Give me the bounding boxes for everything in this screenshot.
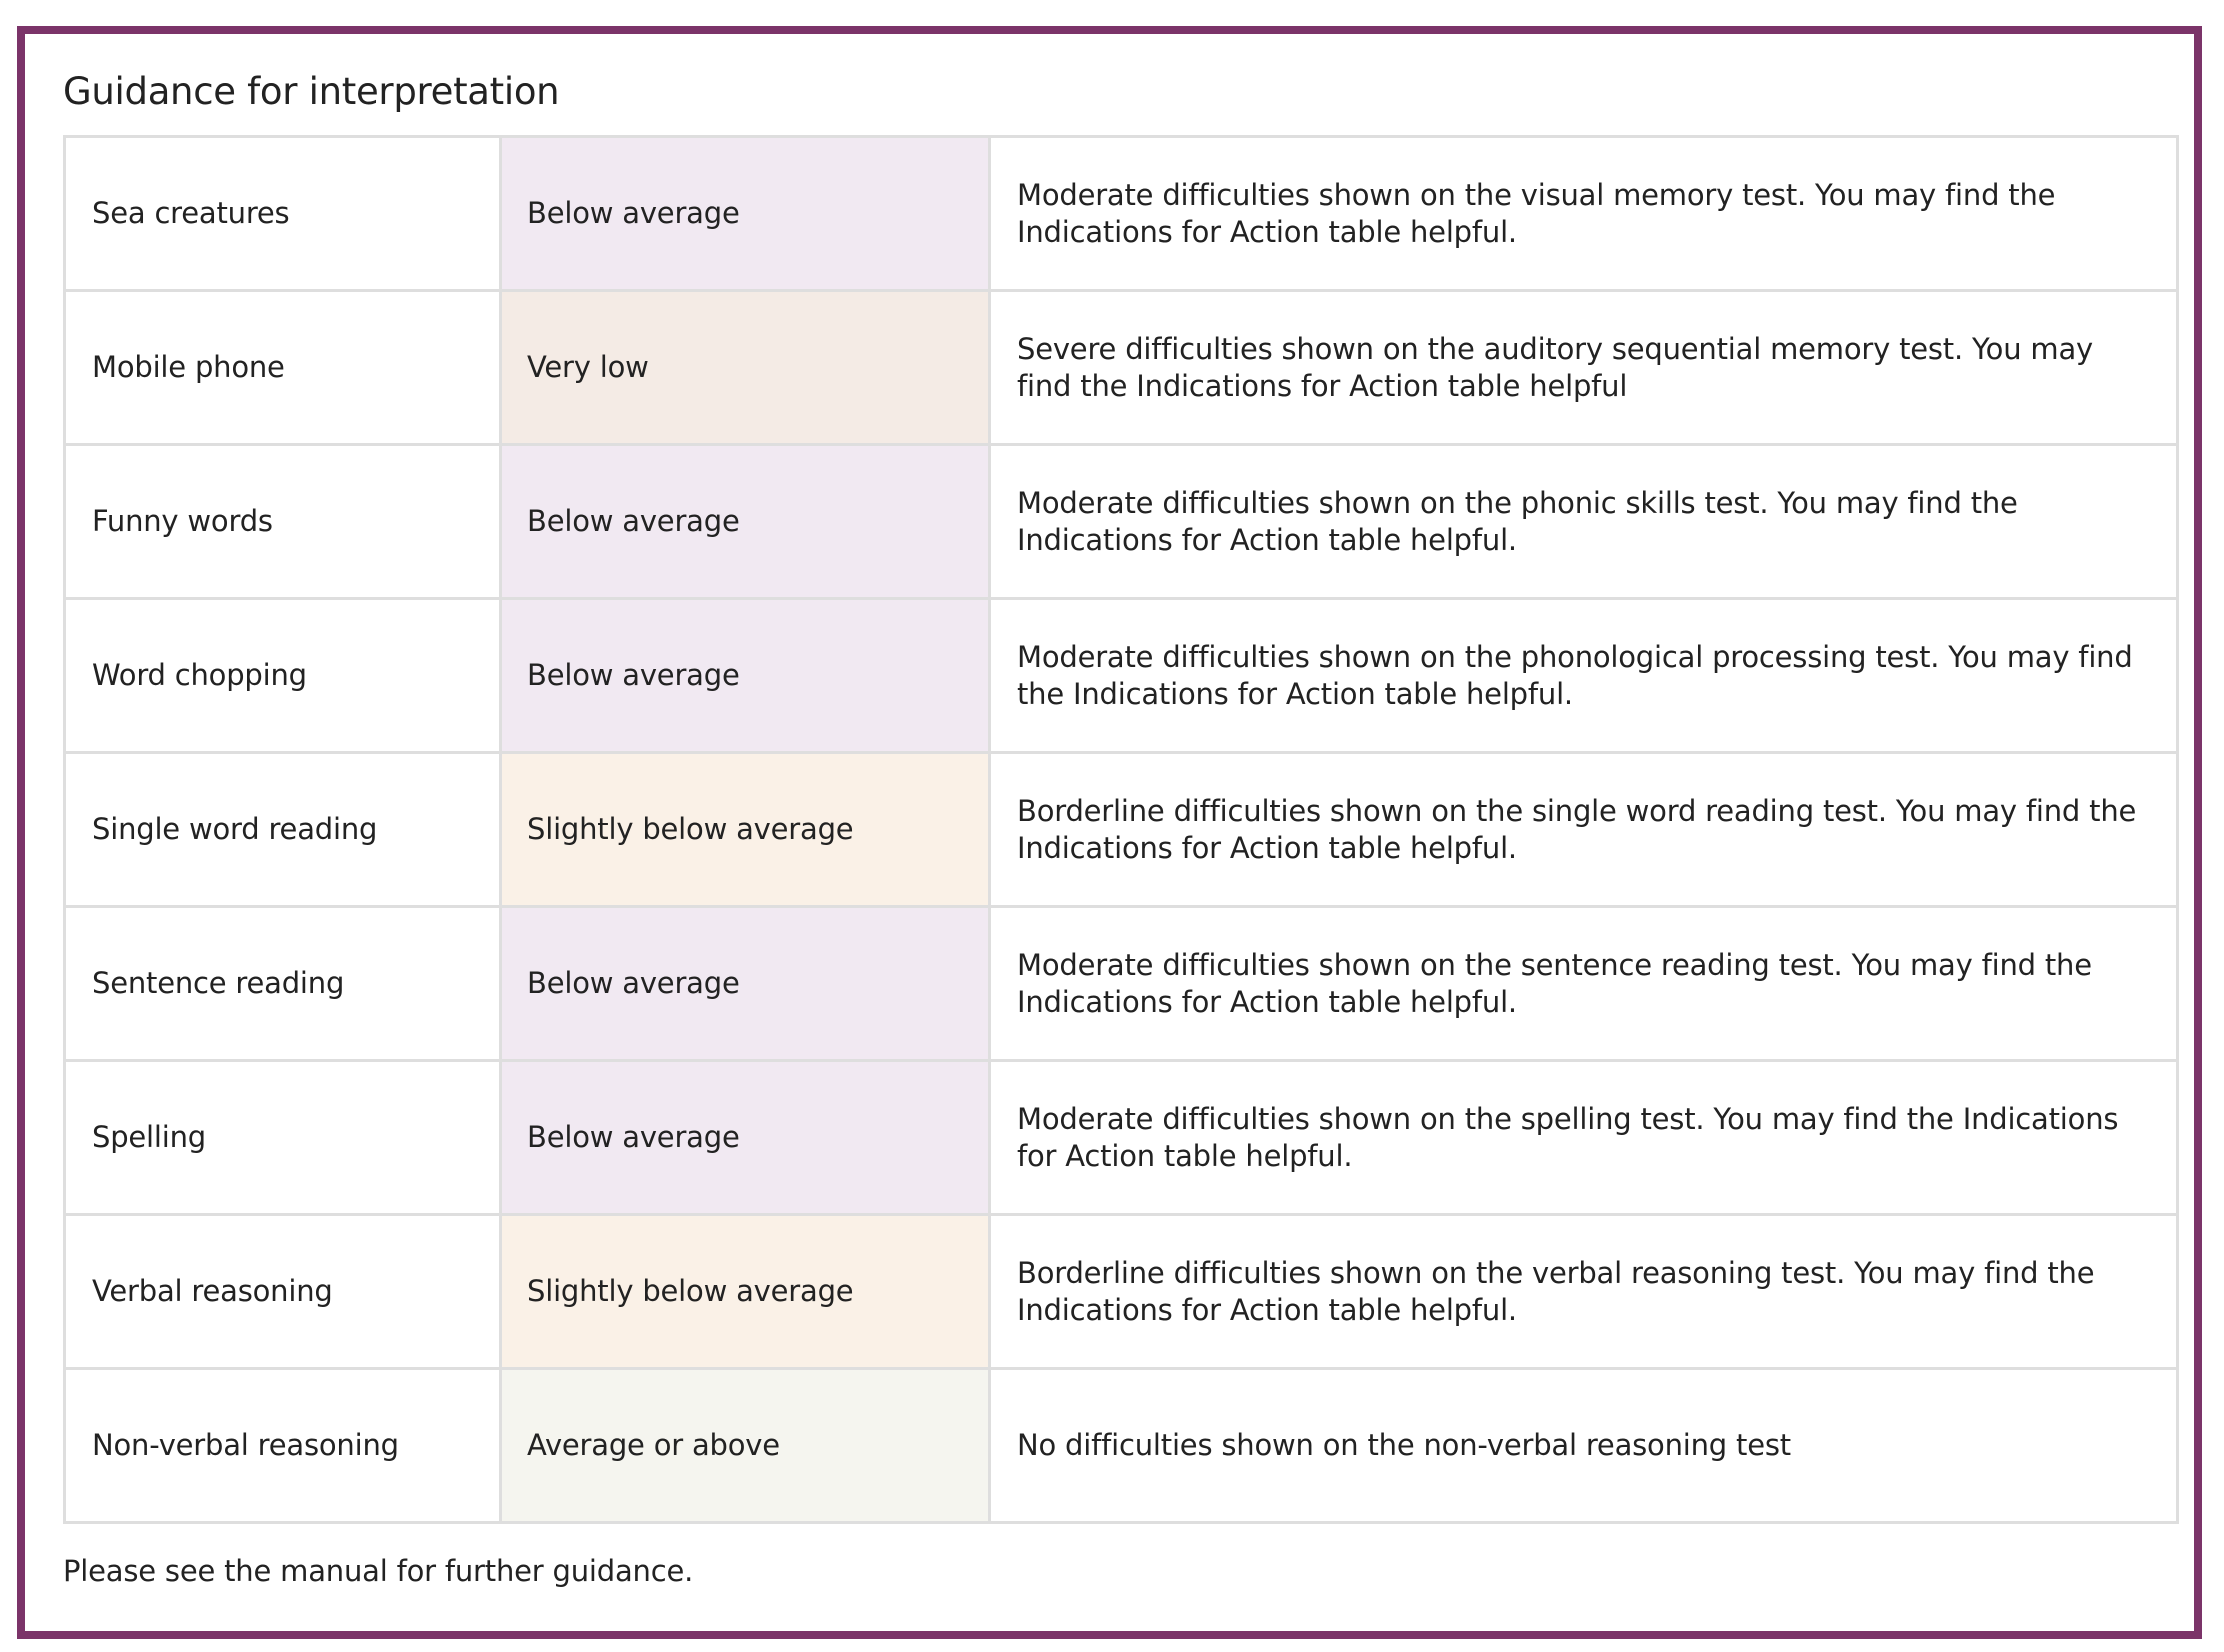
guidance-cell: Moderate difficulties shown on the phoni… [988,443,2179,600]
rating-cell: Below average [499,443,991,600]
table-row: Single word reading Slightly below averag… [63,751,2179,908]
guidance-cell: Moderate difficulties shown on the spell… [988,1059,2179,1216]
guidance-table: Sea creatures Below average Moderate diffi… [63,135,2179,1524]
rating-cell: Slightly below average [499,1213,991,1370]
test-name-cell: Word chopping [63,597,502,754]
footer-note: Please see the manual for further guidan… [63,1554,694,1588]
table-row: Funny words Below average Moderate difficu… [63,443,2179,600]
guidance-cell: Moderate difficulties shown on the sente… [988,905,2179,1062]
guidance-cell: Borderline difficulties shown on the ver… [988,1213,2179,1370]
guidance-panel: Guidance for interpretation Sea creature… [17,26,2202,1639]
rating-cell: Below average [499,905,991,1062]
rating-cell: Very low [499,289,991,446]
guidance-cell: Severe difficulties shown on the auditor… [988,289,2179,446]
test-name-cell: Single word reading [63,751,502,908]
test-name-cell: Mobile phone [63,289,502,446]
table-row: Non-verbal reasoning Average or above No d… [63,1367,2179,1524]
table-row: Spelling Below average Moderate difficulti… [63,1059,2179,1216]
rating-cell: Below average [499,135,991,292]
rating-cell: Slightly below average [499,751,991,908]
test-name-cell: Spelling [63,1059,502,1216]
rating-cell: Below average [499,1059,991,1216]
table-row: Sea creatures Below average Moderate diffi… [63,135,2179,292]
guidance-cell: Moderate difficulties shown on the phono… [988,597,2179,754]
table-row: Mobile phone Very low Severe difficulties … [63,289,2179,446]
test-name-cell: Sentence reading [63,905,502,1062]
table-row: Sentence reading Below average Moderate di… [63,905,2179,1062]
test-name-cell: Sea creatures [63,135,502,292]
test-name-cell: Funny words [63,443,502,600]
rating-cell: Below average [499,597,991,754]
rating-cell: Average or above [499,1367,991,1524]
test-name-cell: Verbal reasoning [63,1213,502,1370]
test-name-cell: Non-verbal reasoning [63,1367,502,1524]
guidance-cell: Borderline difficulties shown on the sin… [988,751,2179,908]
table-row: Verbal reasoning Slightly below average Bo… [63,1213,2179,1370]
panel-title: Guidance for interpretation [63,70,560,113]
guidance-table-body: Sea creatures Below average Moderate diffi… [63,135,2179,1524]
guidance-cell: Moderate difficulties shown on the visua… [988,135,2179,292]
table-row: Word chopping Below average Moderate diffi… [63,597,2179,754]
guidance-cell: No difficulties shown on the non-verbal … [988,1367,2179,1524]
